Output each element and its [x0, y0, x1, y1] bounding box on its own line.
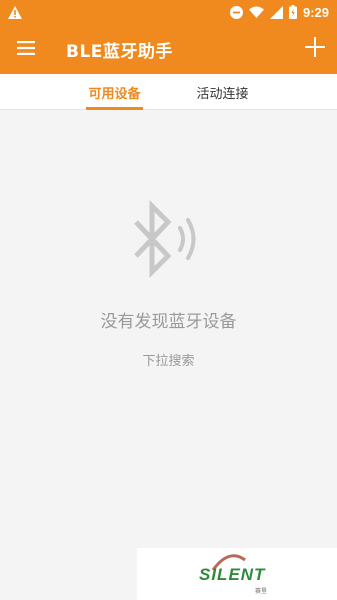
add-icon [305, 37, 325, 61]
bluetooth-searching-icon [128, 198, 208, 286]
tab-bar: 可用设备 活动连接 [0, 74, 337, 110]
app-title: BLE蓝牙助手 [66, 41, 173, 62]
watermark-subtext: 赛垦 [255, 588, 268, 595]
status-bar: 9:29 [0, 0, 337, 24]
warning-icon [8, 5, 22, 19]
wifi-icon [248, 6, 264, 18]
tab-active-connections[interactable]: 活动连接 [195, 74, 251, 110]
app-bar: BLE蓝牙助手 [0, 24, 337, 74]
add-button[interactable] [293, 24, 337, 74]
signal-icon [269, 5, 283, 19]
status-time: 9:29 [302, 4, 329, 20]
battery-icon [288, 5, 297, 19]
watermark-text: SILENT [199, 565, 266, 584]
menu-icon [17, 40, 35, 59]
empty-state-hint: 下拉搜索 [142, 354, 195, 369]
tab-available-devices[interactable]: 可用设备 [86, 74, 143, 110]
menu-button[interactable] [0, 24, 52, 74]
dnd-icon [229, 5, 243, 19]
watermark-logo: SILENT 赛垦 [137, 548, 337, 600]
empty-state-title: 没有发现蓝牙设备 [100, 312, 237, 332]
